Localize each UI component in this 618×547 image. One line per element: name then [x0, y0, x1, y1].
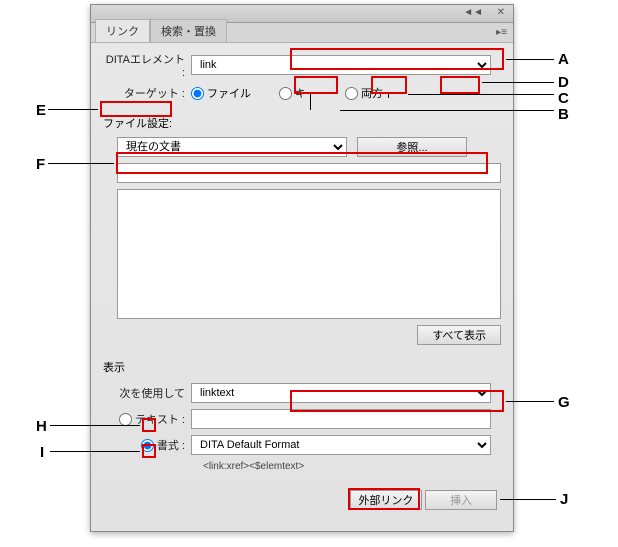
format-radio[interactable] [141, 439, 154, 452]
using-label: 次を使用して [103, 385, 191, 401]
insert-button[interactable]: 挿入 [425, 490, 497, 510]
target-both-radio-label: 両方 [361, 85, 383, 101]
tab-bar: リンク 検索・置換 ▸≡ [91, 23, 513, 43]
text-input[interactable] [191, 409, 491, 429]
target-key-radio-input[interactable] [279, 87, 292, 100]
callout-b: B [558, 106, 569, 123]
target-both-radio-input[interactable] [345, 87, 358, 100]
callout-f: F [36, 156, 45, 173]
format-note: <link:xref><$elemtext> [103, 461, 501, 472]
target-key-radio[interactable]: キー [279, 85, 317, 101]
file-path-input[interactable] [117, 163, 501, 183]
tab-search-replace[interactable]: 検索・置換 [150, 19, 227, 42]
format-radio-label: 書式 : [157, 437, 185, 453]
callout-h: H [36, 418, 47, 435]
display-header: 表示 [103, 359, 501, 375]
dita-element-label: DITAエレメント : [103, 51, 191, 79]
callout-i: I [40, 444, 44, 461]
target-label: ターゲット : [103, 85, 191, 101]
target-both-radio[interactable]: 両方 [345, 85, 383, 101]
callout-j: J [560, 491, 568, 508]
close-icon[interactable]: ✕ [497, 7, 505, 18]
text-radio[interactable] [119, 413, 132, 426]
target-file-radio[interactable]: ファイル [191, 85, 251, 101]
file-settings-header: ファイル設定: [103, 115, 172, 131]
using-select[interactable]: linktext [191, 383, 491, 403]
panel-menu-icon[interactable]: ▸≡ [496, 27, 507, 38]
dita-element-select[interactable]: link [191, 55, 491, 75]
collapse-icon[interactable]: ◄◄ [463, 7, 483, 18]
external-link-button[interactable]: 外部リンク [350, 490, 422, 510]
target-file-radio-input[interactable] [191, 87, 204, 100]
target-file-radio-label: ファイル [207, 85, 251, 101]
show-all-button[interactable]: すべて表示 [417, 325, 501, 345]
file-listbox[interactable] [117, 189, 501, 319]
file-scope-select[interactable]: 現在の文書 [117, 137, 347, 157]
callout-c: C [558, 90, 569, 107]
format-select[interactable]: DITA Default Format [191, 435, 491, 455]
tab-link[interactable]: リンク [95, 19, 150, 42]
browse-button[interactable]: 参照... [357, 137, 467, 157]
callout-a: A [558, 51, 569, 68]
callout-g: G [558, 394, 570, 411]
callout-e: E [36, 102, 46, 119]
text-radio-label: テキスト : [135, 411, 185, 427]
target-key-radio-label: キー [295, 85, 317, 101]
callout-d: D [558, 74, 569, 91]
